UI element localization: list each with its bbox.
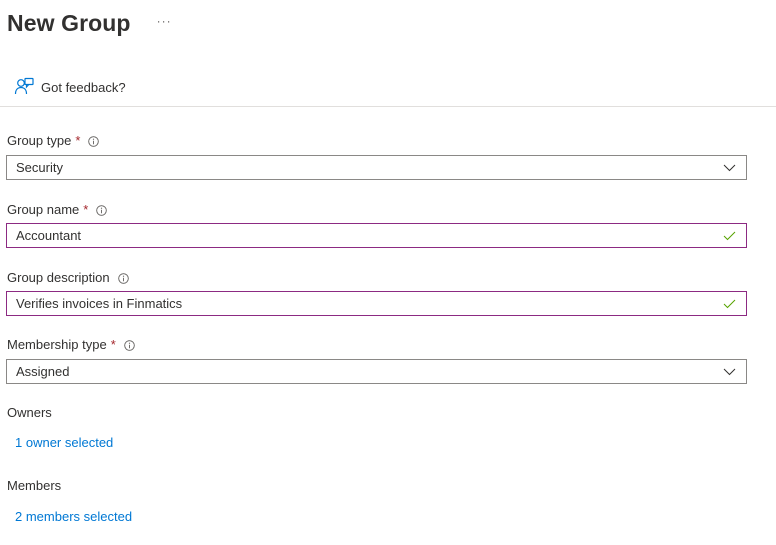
checkmark-icon [723, 297, 736, 310]
info-icon[interactable] [88, 135, 100, 147]
group-name-input[interactable]: Accountant [6, 223, 747, 248]
owners-label: Owners [7, 405, 52, 420]
chevron-down-icon [723, 161, 736, 174]
membership-type-dropdown[interactable]: Assigned [6, 359, 747, 384]
feedback-label: Got feedback? [41, 79, 126, 95]
group-description-value: Verifies invoices in Finmatics [16, 296, 183, 311]
group-name-label: Group name * [7, 202, 108, 217]
required-marker: * [75, 133, 81, 148]
required-marker: * [110, 337, 116, 352]
page-header: New Group ··· [7, 8, 172, 38]
group-description-input[interactable]: Verifies invoices in Finmatics [6, 291, 747, 316]
group-type-label-text: Group type [7, 133, 72, 148]
membership-type-label-text: Membership type [7, 337, 107, 352]
membership-type-label: Membership type * [7, 337, 135, 352]
checkmark-icon [723, 229, 736, 242]
info-icon[interactable] [117, 272, 129, 284]
membership-type-value: Assigned [16, 364, 70, 379]
owners-link[interactable]: 1 owner selected [15, 435, 113, 450]
info-icon[interactable] [96, 204, 108, 216]
more-options-button[interactable]: ··· [157, 15, 172, 31]
group-type-label: Group type * [7, 133, 100, 148]
group-name-label-text: Group name [7, 202, 80, 217]
members-label: Members [7, 478, 62, 493]
members-link[interactable]: 2 members selected [15, 509, 132, 524]
group-description-label: Group description [7, 270, 129, 285]
required-marker: * [83, 202, 89, 217]
page-title: New Group [7, 9, 131, 36]
group-name-value: Accountant [16, 228, 82, 243]
chevron-down-icon [723, 365, 736, 378]
info-icon[interactable] [124, 339, 135, 351]
group-description-label-text: Group description [7, 270, 110, 285]
header-divider [0, 106, 776, 107]
feedback-button[interactable]: Got feedback? [14, 77, 126, 97]
group-type-value: Security [16, 160, 63, 175]
group-type-dropdown[interactable]: Security [6, 155, 747, 180]
feedback-icon [14, 77, 34, 97]
